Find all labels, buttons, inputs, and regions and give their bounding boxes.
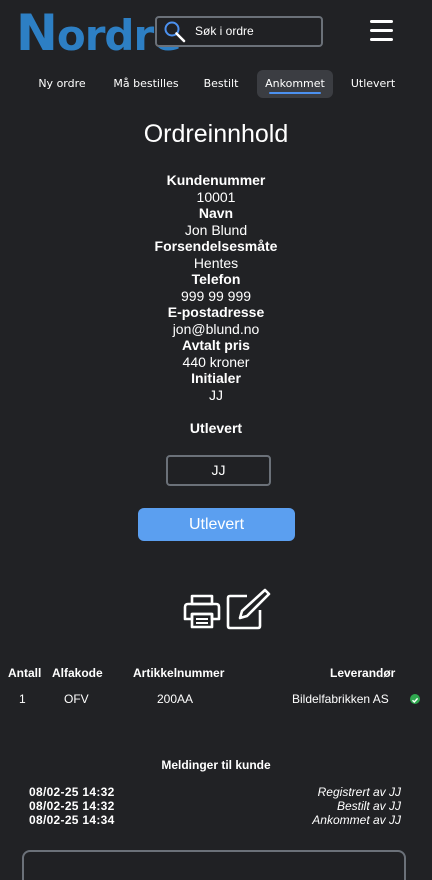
message-time: 08/02-25 14:32 bbox=[29, 799, 115, 813]
message-text: Ankommet av JJ bbox=[312, 813, 401, 827]
message-time: 08/02-25 14:32 bbox=[29, 785, 115, 799]
tab-ma-bestilles[interactable]: Må bestilles bbox=[108, 70, 184, 98]
edit-note-icon[interactable] bbox=[225, 588, 271, 630]
cell-antall: 1 bbox=[19, 692, 26, 706]
messages-heading: Meldinger til kunde bbox=[161, 758, 271, 772]
utlevert-button[interactable]: Utlevert bbox=[138, 508, 295, 541]
status-tabs: Ny ordre Må bestilles Bestilt Ankommet U… bbox=[0, 68, 432, 100]
epost-label: E-postadresse bbox=[167, 304, 265, 320]
cell-artikkelnummer: 200AA bbox=[157, 692, 194, 706]
printer-icon[interactable] bbox=[182, 592, 222, 630]
forsendelse-label: Forsendelsesmåte bbox=[154, 238, 278, 254]
message-time: 08/02-25 14:34 bbox=[29, 813, 115, 827]
kundenummer-value: 10001 bbox=[196, 188, 236, 205]
search-input[interactable]: Søk i ordre bbox=[195, 24, 254, 38]
status-check-icon bbox=[410, 694, 420, 704]
message-item: 08/02-25 14:34 Ankommet av JJ bbox=[0, 813, 432, 827]
message-item: 08/02-25 14:32 Registrert av JJ bbox=[0, 785, 432, 799]
pris-value: 440 kroner bbox=[182, 353, 250, 370]
initialer-label: Initialer bbox=[191, 370, 241, 386]
col-header-leverandor: Leverandør bbox=[330, 666, 396, 680]
tab-utlevert[interactable]: Utlevert bbox=[345, 70, 401, 98]
kundenummer-label: Kundenummer bbox=[166, 172, 266, 188]
app-header: Nordre Søk i ordre bbox=[0, 0, 432, 64]
message-text: Registrert av JJ bbox=[317, 785, 401, 799]
initials-input[interactable]: JJ bbox=[166, 455, 271, 486]
utlevert-heading: Utlevert bbox=[189, 420, 243, 436]
pris-label: Avtalt pris bbox=[182, 337, 250, 353]
message-text: Bestilt av JJ bbox=[336, 799, 401, 813]
col-header-artikkelnummer: Artikkelnummer bbox=[133, 666, 225, 680]
tab-bestilt[interactable]: Bestilt bbox=[196, 70, 246, 98]
order-details: Kundenummer 10001 Navn Jon Blund Forsend… bbox=[0, 172, 432, 403]
col-header-antall: Antall bbox=[8, 666, 42, 680]
telefon-value: 999 99 999 bbox=[180, 287, 252, 304]
tab-ankommet[interactable]: Ankommet bbox=[257, 70, 333, 98]
cell-leverandor: Bildelfabrikken AS bbox=[292, 692, 389, 706]
search-box[interactable]: Søk i ordre bbox=[155, 16, 323, 47]
search-icon bbox=[164, 21, 186, 43]
cell-alfakode: OFV bbox=[64, 692, 89, 706]
col-header-alfakode: Alfakode bbox=[52, 666, 103, 680]
navn-label: Navn bbox=[198, 205, 234, 221]
navn-value: Jon Blund bbox=[184, 221, 248, 238]
telefon-label: Telefon bbox=[191, 271, 241, 287]
epost-value: jon@blund.no bbox=[172, 320, 260, 337]
tab-ny-ordre[interactable]: Ny ordre bbox=[28, 70, 96, 98]
forsendelse-value: Hentes bbox=[193, 254, 239, 271]
page-title: Ordreinnhold bbox=[143, 120, 289, 148]
message-textarea[interactable] bbox=[22, 850, 406, 880]
hamburger-menu-icon[interactable] bbox=[370, 20, 393, 41]
message-item: 08/02-25 14:32 Bestilt av JJ bbox=[0, 799, 432, 813]
initialer-value: JJ bbox=[209, 386, 223, 403]
